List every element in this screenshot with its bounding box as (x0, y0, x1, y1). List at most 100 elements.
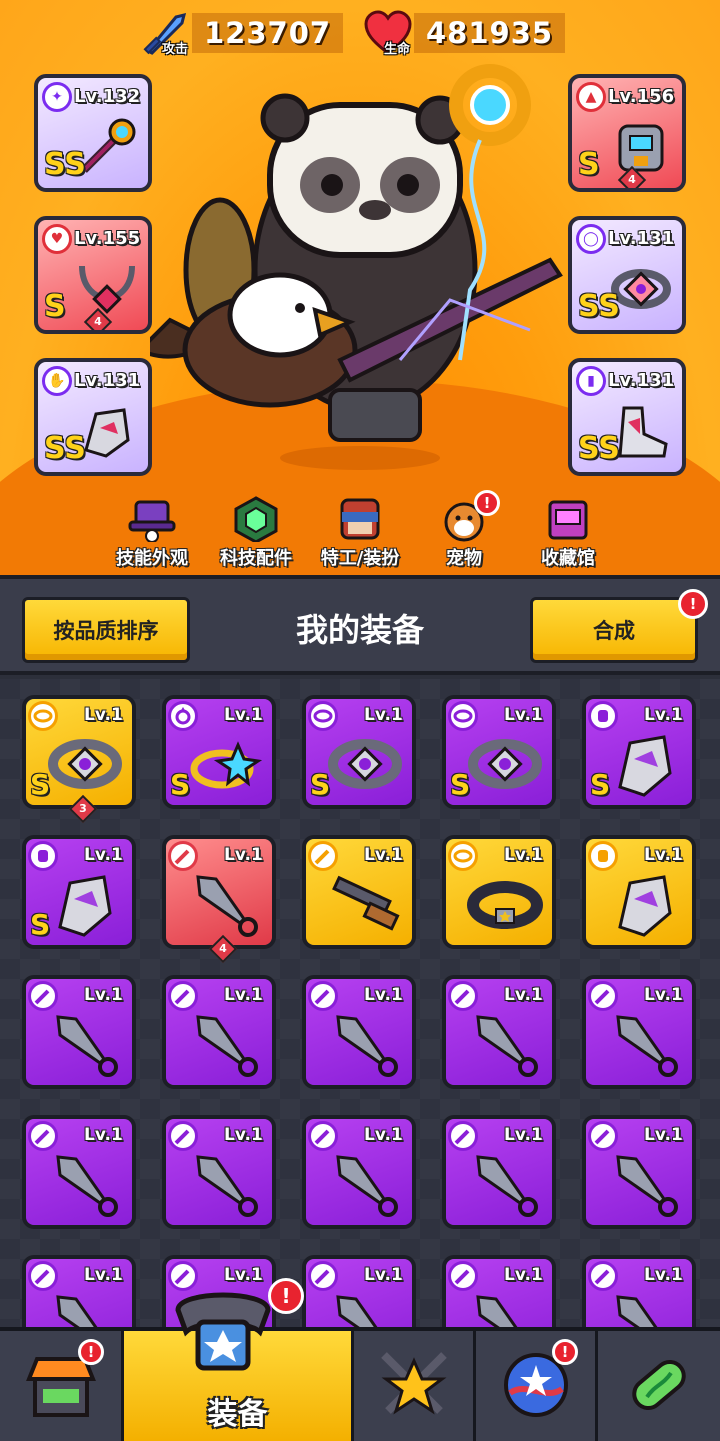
inventory-item-kunai[interactable]: Lv.1 (302, 1115, 416, 1229)
feature-menu: 技能外观 科技配件 特工/装扮 ! 宠物 收藏馆 (100, 490, 620, 574)
slot-level: Lv.132 (74, 86, 141, 107)
kunai-icon (196, 1155, 258, 1217)
menu-pet[interactable]: ! 宠物 (412, 490, 516, 574)
hat-icon (128, 500, 176, 542)
nav-tab-research[interactable] (598, 1331, 720, 1441)
equipped-slot-armor[interactable]: ▲ Lv.156 S 4 (568, 74, 686, 192)
equipment-inventory-grid: Lv.1 S 3 Lv.1 S Lv.1 S Lv.1 S Lv.1 S Lv.1 S Lv.1 4 Lv.1… (0, 679, 720, 1329)
armor-vest-icon (618, 124, 664, 172)
ring-icon (190, 741, 263, 789)
necklace-icon (79, 265, 135, 314)
equipment-alert-dot: ! (268, 1278, 304, 1314)
kunai-icon (476, 1295, 519, 1329)
equipped-slot-necklace[interactable]: ♥ Lv.155 S 4 (34, 216, 152, 334)
nav-tab-shop[interactable]: ! (0, 1331, 124, 1441)
slot-grade: SS (578, 431, 620, 466)
menu-tech-parts[interactable]: 科技配件 (204, 496, 308, 574)
kunai-icon (476, 1015, 538, 1077)
gauntlet-icon (618, 875, 672, 937)
kunai-icon (196, 875, 258, 937)
item-level: Lv.1 (364, 1265, 403, 1285)
inventory-item-gauntlet[interactable]: Lv.1 S (22, 835, 136, 949)
slot-grade: SS (44, 431, 86, 466)
item-level: Lv.1 (644, 1125, 683, 1145)
inventory-item-kunai[interactable]: Lv.1 (162, 975, 276, 1089)
nav-tab-galaxy[interactable]: ! (476, 1331, 598, 1441)
kunai-icon (616, 1295, 659, 1329)
menu-agent-outfit[interactable]: 特工/装扮 (308, 496, 412, 574)
item-level: Lv.1 (644, 985, 683, 1005)
item-level: Lv.1 (644, 1265, 683, 1285)
inventory-item-gauntlet[interactable]: Lv.1 (582, 835, 696, 949)
synthesize-button[interactable]: 合成 (530, 597, 698, 663)
bottom-navigation: ! 装备 ! (0, 1327, 720, 1441)
sort-by-quality-button[interactable]: 按品质排序 (22, 597, 190, 663)
inventory-item-kunai[interactable]: Lv.1 4 (162, 835, 276, 964)
inventory-item-kunai[interactable]: Lv.1 (582, 975, 696, 1089)
item-grade: S (310, 768, 331, 801)
sword-icon: 攻击 (140, 7, 192, 59)
inventory-item-shotgun[interactable]: Lv.1 (302, 835, 416, 949)
inventory-item-kunai[interactable]: Lv.1 (302, 1255, 416, 1329)
kunai-icon (336, 1295, 379, 1329)
equipped-slot-belt[interactable]: ◯ Lv.131 SS (568, 216, 686, 334)
item-grade: S (590, 768, 611, 801)
hp-label: 生命 (384, 42, 411, 57)
inventory-item-kunai[interactable]: Lv.1 (162, 1115, 276, 1229)
slot-grade: S (44, 289, 66, 324)
slot-level: Lv.131 (608, 370, 675, 391)
item-level: Lv.1 (364, 705, 403, 725)
kunai-icon (56, 1155, 118, 1217)
menu-skill-skin[interactable]: 技能外观 (100, 496, 204, 574)
belt-type-icon: ◯ (576, 224, 606, 254)
equipment-header: 按品质排序 我的装备 合成 ! (0, 575, 720, 675)
kunai-icon (336, 1155, 398, 1217)
item-level: Lv.1 (504, 1265, 543, 1285)
inventory-item-belt[interactable]: Lv.1 S (442, 695, 556, 809)
shop-alert-dot: ! (78, 1339, 104, 1365)
menu-collection[interactable]: 收藏馆 (516, 496, 620, 574)
armor-type-icon: ▲ (576, 82, 606, 112)
crossed-swords-star-icon (380, 1352, 447, 1415)
kunai-icon (56, 1295, 99, 1329)
kunai-icon (616, 1015, 678, 1077)
item-level: Lv.1 (224, 985, 263, 1005)
equipped-slot-gloves[interactable]: ✋ Lv.131 SS (34, 358, 152, 476)
hero-panel: 攻击 123707 生命 481935 ✦ Lv.132 SS ♥ Lv.155… (0, 0, 720, 575)
inventory-item-belt[interactable]: Lv.1 S (302, 695, 416, 809)
item-level: Lv.1 (504, 1125, 543, 1145)
gloves-type-icon: ✋ (42, 366, 72, 396)
inventory-item-belt[interactable]: Lv.1 S 3 (22, 695, 136, 824)
item-grade: S (170, 768, 191, 801)
inventory-item-kunai[interactable]: Lv.1 (22, 1115, 136, 1229)
slot-grade: S (578, 147, 600, 182)
inventory-item-kunai[interactable]: Lv.1 (22, 1255, 136, 1329)
item-grade: S (30, 768, 51, 801)
my-equipment-title: 我的装备 (295, 611, 424, 649)
galaxy-alert-dot: ! (552, 1339, 578, 1365)
inventory-item-kunai[interactable]: Lv.1 (582, 1255, 696, 1329)
slot-level: Lv.131 (74, 370, 141, 391)
item-level: Lv.1 (84, 845, 123, 865)
shotgun-icon (332, 875, 400, 931)
inventory-item-ring[interactable]: Lv.1 S (162, 695, 276, 809)
inventory-item-collar[interactable]: Lv.1 (442, 835, 556, 949)
slot-level: Lv.131 (608, 228, 675, 249)
hp-stat: 生命 481935 (362, 10, 566, 57)
weapon-type-icon: ✦ (42, 82, 72, 112)
inventory-item-kunai[interactable]: Lv.1 (442, 975, 556, 1089)
inventory-item-kunai[interactable]: Lv.1 (442, 1255, 556, 1329)
inventory-item-kunai[interactable]: Lv.1 (22, 975, 136, 1089)
inventory-item-kunai[interactable]: Lv.1 (302, 975, 416, 1089)
inventory-item-kunai[interactable]: Lv.1 (582, 1115, 696, 1229)
kunai-icon (476, 1155, 538, 1217)
equipped-slot-boots[interactable]: ▮ Lv.131 SS (568, 358, 686, 476)
boots-type-icon: ▮ (576, 366, 606, 396)
nav-tab-battle[interactable] (354, 1331, 476, 1441)
gauntlet-icon (58, 875, 112, 937)
equipped-slot-weapon[interactable]: ✦ Lv.132 SS (34, 74, 152, 192)
inventory-item-kunai[interactable]: Lv.1 (442, 1115, 556, 1229)
inventory-item-gauntlet[interactable]: Lv.1 S (582, 695, 696, 809)
item-level: Lv.1 (224, 1125, 263, 1145)
slot-level: Lv.155 (74, 228, 141, 249)
